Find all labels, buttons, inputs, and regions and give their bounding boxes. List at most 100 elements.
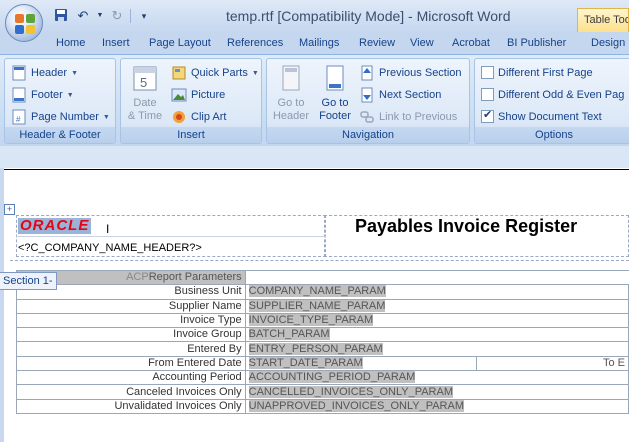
group-insert: 5 Date & Time Quick Parts ▼ Picture Clip… — [120, 58, 262, 144]
section-tab[interactable]: Section 1- — [0, 272, 57, 290]
table-row: Canceled Invoices Only CANCELLED_INVOICE… — [16, 384, 629, 400]
param-label: Invoice Type — [16, 312, 246, 329]
date-time-label-2: & Time — [127, 110, 163, 122]
page-number-icon: # — [11, 109, 27, 125]
picture-icon — [171, 87, 187, 103]
table-tools-contextual-tab[interactable]: Table Tools — [577, 8, 629, 32]
ribbon-tabs: Home Insert Page Layout References Maili… — [0, 32, 629, 54]
chevron-down-icon: ▼ — [66, 91, 74, 99]
param-field: ACCOUNTING_PERIOD_PARAM — [248, 371, 416, 384]
tab-acrobat[interactable]: Acrobat — [452, 37, 490, 49]
tab-bi-publisher[interactable]: BI Publisher — [507, 37, 566, 49]
group-label-navigation: Navigation — [267, 127, 469, 143]
next-section-label: Next Section — [379, 89, 442, 101]
tab-mailings[interactable]: Mailings — [299, 37, 339, 49]
param-label: Invoice Group — [16, 327, 246, 343]
different-odd-even-check-icon — [481, 88, 494, 101]
table-row: Supplier Name SUPPLIER_NAME_PARAM — [16, 298, 629, 314]
quick-access-toolbar: ↶ ▼ ↻ ▾ — [52, 6, 153, 26]
group-label-insert: Insert — [121, 127, 261, 143]
param-value: UNAPPROVED_INVOICES_ONLY_PARAM — [244, 398, 629, 414]
param-field: SUPPLIER_NAME_PARAM — [248, 299, 386, 312]
go-to-footer-button[interactable]: Go to Footer — [315, 63, 355, 123]
footer-label: Footer — [31, 89, 63, 101]
clip-art-button[interactable]: Clip Art — [171, 109, 226, 125]
param-label: Entered By — [16, 341, 246, 357]
table-move-handle-icon[interactable]: + — [4, 204, 15, 215]
office-logo-icon — [15, 14, 35, 34]
different-first-page-check-icon — [481, 66, 494, 79]
go-to-footer-label-1: Go to — [321, 97, 349, 109]
param-field: UNAPPROVED_INVOICES_ONLY_PARAM — [248, 399, 465, 412]
previous-section-button[interactable]: Previous Section — [359, 65, 462, 81]
link-to-previous-button[interactable]: Link to Previous — [359, 109, 457, 125]
chevron-down-icon: ▼ — [71, 69, 79, 77]
undo-dropdown-icon[interactable]: ▼ — [96, 8, 104, 24]
group-header-footer: Header ▼ Footer ▼ # Page Number ▼ Header… — [4, 58, 116, 144]
param-field: CANCELLED_INVOICES_ONLY_PARAM — [248, 385, 454, 398]
table-row: ACPReport Parameters — [16, 269, 629, 286]
next-section-button[interactable]: Next Section — [359, 87, 441, 103]
calendar-icon: 5 — [130, 63, 160, 93]
page-top-rule — [4, 169, 629, 170]
quick-parts-button[interactable]: Quick Parts ▼ — [171, 65, 259, 81]
different-odd-even-label: Different Odd & Even Pag — [498, 88, 625, 101]
save-icon[interactable] — [52, 8, 70, 24]
param-value: CANCELLED_INVOICES_ONLY_PARAM — [244, 384, 629, 400]
report-title: Payables Invoice Register — [355, 216, 578, 236]
page-number-button[interactable]: # Page Number ▼ — [11, 109, 110, 125]
undo-icon[interactable]: ↶ — [74, 8, 92, 24]
text-cursor-icon: I — [106, 222, 110, 236]
footer-icon — [11, 87, 27, 103]
group-label-header-footer: Header & Footer — [5, 127, 115, 143]
params-header-empty — [244, 269, 629, 286]
date-time-label-1: Date — [133, 97, 157, 109]
params-header-prefix: ACP — [126, 271, 149, 284]
param-label: From Entered Date — [16, 355, 246, 372]
param-value: INVOICE_TYPE_PARAM — [244, 312, 629, 329]
ribbon: Header ▼ Footer ▼ # Page Number ▼ Header… — [0, 54, 629, 146]
previous-section-label: Previous Section — [379, 67, 462, 79]
table-row: Invoice Group BATCH_PARAM — [16, 327, 629, 343]
table-row: From Entered Date START_DATE_PARAM To E — [16, 355, 629, 372]
go-to-header-button[interactable]: Go to Header — [271, 63, 311, 123]
different-first-page-checkbox[interactable]: Different First Page — [481, 66, 593, 79]
tab-view[interactable]: View — [410, 37, 434, 49]
header-boundary — [10, 260, 629, 261]
quick-parts-label: Quick Parts — [191, 67, 248, 79]
link-to-previous-label: Link to Previous — [379, 111, 458, 123]
param-field: START_DATE_PARAM — [248, 356, 363, 369]
go-to-footer-label-2: Footer — [319, 110, 351, 122]
param-value: START_DATE_PARAM To E — [244, 355, 629, 372]
footer-button[interactable]: Footer ▼ — [11, 87, 74, 103]
table-row: Invoice Type INVOICE_TYPE_PARAM — [16, 312, 629, 329]
tab-review[interactable]: Review — [359, 37, 395, 49]
tab-design[interactable]: Design — [591, 37, 625, 49]
picture-button[interactable]: Picture — [171, 87, 225, 103]
tab-insert[interactable]: Insert — [102, 37, 130, 49]
customize-qat-icon[interactable]: ▾ — [135, 8, 153, 24]
chevron-down-icon: ▼ — [102, 113, 110, 121]
chevron-down-icon: ▼ — [251, 69, 259, 77]
header-button[interactable]: Header ▼ — [11, 65, 78, 81]
different-odd-even-checkbox[interactable]: Different Odd & Even Pag — [481, 88, 624, 101]
param-value: ACCOUNTING_PERIOD_PARAM — [244, 370, 629, 386]
tab-home[interactable]: Home — [56, 37, 85, 49]
date-time-button[interactable]: 5 Date & Time — [127, 63, 163, 123]
qat-separator — [130, 9, 131, 23]
office-button[interactable] — [5, 4, 43, 42]
title-bar: ↶ ▼ ↻ ▾ temp.rtf [Compatibility Mode] - … — [0, 0, 629, 32]
show-document-text-checkbox[interactable]: Show Document Text — [481, 108, 602, 123]
tab-page-layout[interactable]: Page Layout — [149, 37, 211, 49]
header-icon — [11, 65, 27, 81]
param-label: Supplier Name — [16, 298, 246, 314]
document-background-top — [0, 146, 629, 168]
param-label: Accounting Period — [16, 370, 246, 386]
svg-text:#: # — [16, 115, 21, 124]
quick-parts-icon — [171, 65, 187, 81]
param-value: SUPPLIER_NAME_PARAM — [244, 298, 629, 314]
group-label-options: Options — [475, 127, 629, 143]
redo-icon[interactable]: ↻ — [108, 8, 126, 24]
svg-text:5: 5 — [140, 75, 147, 90]
tab-references[interactable]: References — [227, 37, 283, 49]
